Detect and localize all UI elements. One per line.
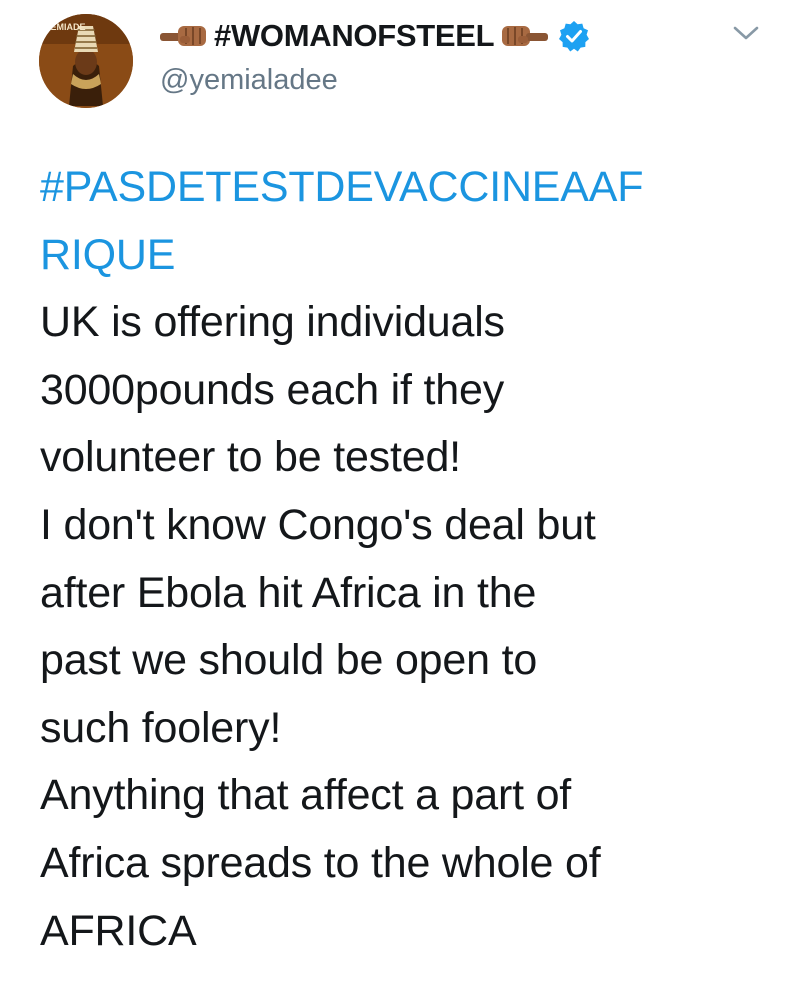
tweet-text-line: after Ebola hit Africa in the bbox=[40, 568, 537, 617]
tweet-card: TEMIADE #WOMANOFSTEEL @yemialadee #PASDE… bbox=[0, 0, 800, 983]
avatar[interactable]: TEMIADE bbox=[39, 14, 133, 108]
tweet-text-line: UK is offering individuals bbox=[40, 298, 505, 347]
tweet-text-line: 3000pounds each if they bbox=[40, 365, 504, 414]
tweet-text-line: such foolery! bbox=[40, 703, 282, 752]
hashtag-link[interactable]: #PASDETESTDEVACCINEAAF bbox=[40, 154, 770, 222]
author-handle[interactable]: @yemialadee bbox=[160, 64, 338, 97]
fist-right-emoji-icon bbox=[500, 24, 549, 48]
fist-left-emoji-icon bbox=[160, 24, 208, 48]
verified-badge-icon bbox=[558, 20, 590, 52]
author-name-row[interactable]: #WOMANOFSTEEL bbox=[160, 14, 590, 58]
tweet-text-line: past we should be open to bbox=[40, 636, 538, 685]
avatar-image: TEMIADE bbox=[39, 14, 133, 108]
tweet-text-line: Anything that affect a part of bbox=[40, 771, 572, 820]
author-display-name: #WOMANOFSTEEL bbox=[214, 18, 495, 53]
tweet-text: #PASDETESTDEVACCINEAAF RIQUE UK is offer… bbox=[40, 154, 770, 965]
avatar-watermark-text: TEMIADE bbox=[45, 22, 86, 32]
tweet-text-line: Africa spreads to the whole of bbox=[40, 838, 601, 887]
tweet-text-line: AFRICA bbox=[40, 906, 197, 955]
tweet-text-line: I don't know Congo's deal but bbox=[40, 500, 596, 549]
hashtag-link-continued[interactable]: RIQUE bbox=[40, 222, 770, 290]
chevron-down-icon[interactable] bbox=[731, 22, 761, 44]
tweet-text-line: volunteer to be tested! bbox=[40, 433, 461, 482]
